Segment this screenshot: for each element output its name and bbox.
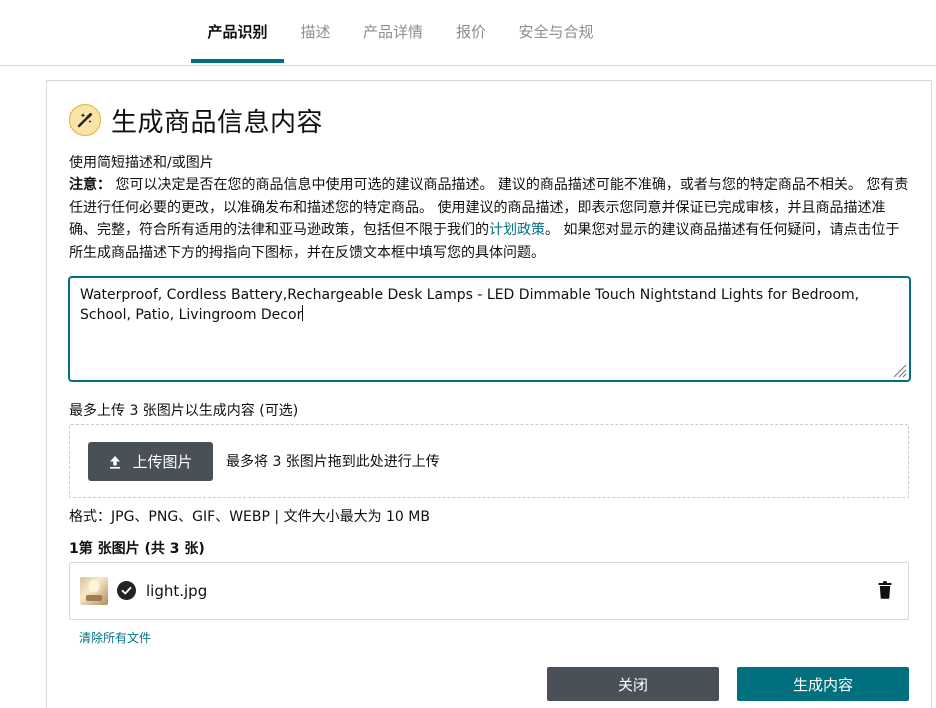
image-thumbnail [80, 577, 108, 605]
panel-subtitle: 使用简短描述和/或图片 [69, 155, 214, 171]
file-name: light.jpg [146, 582, 208, 600]
page-title: 生成商品信息内容 [111, 107, 324, 138]
clear-all-files-link[interactable]: 清除所有文件 [79, 629, 151, 646]
product-description-input[interactable]: Waterproof, Cordless Battery,Rechargeabl… [68, 276, 911, 382]
generate-content-button[interactable]: 生成内容 [737, 667, 909, 701]
text-caret [302, 305, 304, 321]
program-policy-link[interactable]: 计划政策 [489, 222, 545, 238]
tab-offer[interactable]: 报价 [448, 0, 494, 64]
close-button[interactable]: 关闭 [547, 667, 719, 701]
drop-hint: 最多将 3 张图片拖到此处进行上传 [226, 454, 440, 470]
active-tab-indicator [191, 59, 284, 63]
check-circle-icon [117, 581, 136, 600]
disclaimer-note: 注意： 您可以决定是否在您的商品信息中使用可选的建议商品描述。 建议的商品描述可… [69, 174, 909, 264]
uploaded-file-row: light.jpg [69, 562, 909, 620]
description-text: Waterproof, Cordless Battery,Rechargeabl… [80, 287, 860, 323]
upload-button-label: 上传图片 [132, 453, 193, 471]
note-label: 注意： [69, 177, 111, 193]
tab-safety-compliance[interactable]: 安全与合规 [510, 0, 602, 64]
tab-description[interactable]: 描述 [293, 0, 338, 64]
trash-icon[interactable] [878, 581, 892, 599]
upload-label: 最多上传 3 张图片以生成内容 (可选) [69, 403, 299, 419]
image-count: 1第 张图片 (共 3 张) [69, 541, 205, 557]
format-info: 格式：JPG、PNG、GIF、WEBP | 文件大小最大为 10 MB [69, 509, 430, 525]
tab-bar: 产品识别 描述 产品详情 报价 安全与合规 [0, 0, 936, 66]
magic-wand-icon [69, 104, 101, 136]
panel-header: 生成商品信息内容 [69, 102, 323, 138]
upload-icon [108, 455, 122, 469]
upload-image-button[interactable]: 上传图片 [88, 442, 213, 481]
tab-product-identity[interactable]: 产品识别 [191, 0, 284, 64]
tab-product-details[interactable]: 产品详情 [354, 0, 432, 64]
resize-handle-icon[interactable] [891, 362, 907, 378]
